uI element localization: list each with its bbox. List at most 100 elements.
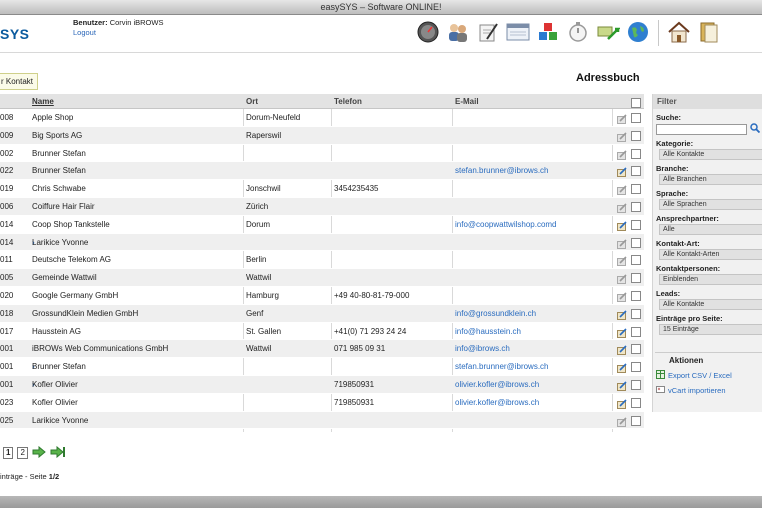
table-row[interactable]: 017 Hausstein AG St. Gallen +41(0) 71 293 2… [0, 323, 644, 341]
filter-select[interactable]: Alle Sprachen [659, 199, 762, 210]
contact-ort: Hamburg [246, 290, 279, 300]
row-checkbox[interactable] [631, 148, 641, 159]
column-header-telefon[interactable]: Telefon [334, 94, 362, 109]
filter-select[interactable]: Alle Kontakte [659, 299, 762, 310]
contact-name[interactable]: GrossundKlein Medien GmbH [32, 305, 138, 323]
contact-name[interactable]: Deutsche Telekom AG [32, 251, 111, 269]
row-checkbox[interactable] [631, 344, 641, 355]
select-all-checkbox[interactable] [631, 98, 641, 108]
row-checkbox[interactable] [631, 166, 641, 177]
table-row[interactable]: 001 › Kofler Olivier 719850931 olivier.kofle… [0, 375, 644, 394]
calendar-window-icon[interactable] [506, 20, 530, 44]
table-row[interactable]: 023 Kofler Olivier 719850931 olivier.kofler… [0, 394, 644, 412]
column-header-ort[interactable]: Ort [246, 94, 258, 109]
table-row[interactable]: 008 Apple Shop Dorum-Neufeld [0, 109, 644, 127]
home-icon[interactable] [667, 20, 691, 44]
contact-name[interactable]: iBROWs Web Communications GmbH [32, 340, 168, 358]
contact-name[interactable]: Brunner Stefan [32, 162, 86, 180]
row-checkbox[interactable] [631, 326, 641, 337]
column-header-name[interactable]: Name [32, 94, 54, 109]
contact-name[interactable]: Big Sports AG [32, 127, 82, 145]
row-checkbox[interactable] [631, 219, 641, 230]
logout-link[interactable]: Logout [73, 28, 163, 38]
import-vcard-link[interactable]: vCart importieren [652, 382, 762, 397]
documents-icon[interactable] [697, 20, 721, 44]
contact-email[interactable]: info@hausstein.ch [455, 323, 521, 341]
globe-icon[interactable] [626, 20, 650, 44]
page-button-2[interactable]: 2 [17, 447, 28, 459]
row-checkbox[interactable] [631, 184, 641, 195]
search-input[interactable] [656, 123, 747, 135]
page-title: Adressbuch [576, 72, 640, 84]
app-header: SYS Benutzer: Corvin iBROWS Logout [0, 15, 762, 53]
table-row[interactable]: 014 › Larikice Yvonne [0, 233, 644, 252]
products-cubes-icon[interactable] [536, 20, 560, 44]
contact-email[interactable]: stefan.brunner@ibrows.ch [455, 358, 549, 376]
table-row[interactable]: 018 GrossundKlein Medien GmbH Genf info@gro… [0, 304, 644, 323]
column-header-email[interactable]: E-Mail [455, 94, 479, 109]
toolbar-separator [658, 20, 659, 46]
filter-select[interactable]: 15 Einträge [659, 324, 762, 335]
export-csv-link[interactable]: Export CSV / Excel [652, 367, 762, 382]
contacts-people-icon[interactable] [446, 20, 470, 44]
row-checkbox[interactable] [631, 415, 641, 426]
contact-email[interactable]: info@coopwattwilshop.comd [455, 216, 557, 234]
page-button-1[interactable]: 1 [3, 447, 14, 459]
filter-select[interactable]: Alle Kontakt-Arten [659, 249, 762, 260]
last-page-icon[interactable] [50, 445, 66, 460]
row-checkbox[interactable] [631, 255, 641, 266]
timer-stopwatch-icon[interactable] [566, 20, 590, 44]
row-checkbox[interactable] [631, 362, 641, 373]
contact-telefon: +41(0) 71 293 24 24 [334, 326, 407, 336]
table-row[interactable]: 014 Coop Shop Tankstelle Dorum info@coopwat… [0, 216, 644, 234]
filter-select[interactable]: Einblenden [659, 274, 762, 285]
contact-email[interactable]: olivier.kofler@ibrows.ch [455, 376, 539, 394]
table-row[interactable]: 020 Google Germany GmbH Hamburg +49 40-80-8… [0, 287, 644, 305]
contact-name[interactable]: Gemeinde Wattwil [32, 269, 97, 287]
table-row[interactable]: 002 Brunner Stefan [0, 145, 644, 163]
table-row[interactable]: 006 Coiffure Hair Flair Zürich [0, 197, 644, 216]
pagination: 1 2 [3, 445, 66, 460]
money-transfer-icon[interactable] [596, 20, 620, 44]
contact-email[interactable]: olivier.kofler@ibrows.ch [455, 394, 539, 412]
table-row[interactable]: 025 Larikice Yvonne [0, 411, 644, 430]
dashboard-gauge-icon[interactable] [416, 20, 440, 44]
contact-name[interactable]: Hausstein AG [32, 323, 81, 341]
filter-select[interactable]: Alle Kontakte [659, 149, 762, 160]
search-icon[interactable] [750, 123, 761, 135]
contact-email[interactable]: stefan.brunner@ibrows.ch [455, 162, 549, 180]
row-checkbox[interactable] [631, 273, 641, 284]
contact-name[interactable]: Brunner Stefan [32, 145, 86, 163]
contact-email[interactable]: info@grossundklein.ch [455, 305, 536, 323]
contact-name[interactable]: Kofler Olivier [32, 394, 78, 412]
table-row[interactable]: 001 iBROWs Web Communications GmbH Wattwil… [0, 340, 644, 359]
table-row[interactable]: 001 › Brunner Stefan stefan.brunner@ibrows.… [0, 358, 644, 376]
row-checkbox[interactable] [631, 397, 641, 408]
edit-contact-icon[interactable] [617, 416, 627, 434]
contact-name[interactable]: Chris Schwabe [32, 180, 86, 198]
table-row[interactable]: 005 Gemeinde Wattwil Wattwil [0, 269, 644, 287]
contact-email[interactable]: info@ibrows.ch [455, 340, 510, 358]
contact-name[interactable]: Coop Shop Tankstelle [32, 216, 110, 234]
contact-name[interactable]: Apple Shop [32, 109, 73, 127]
row-checkbox[interactable] [631, 130, 641, 141]
table-row[interactable]: 022 Brunner Stefan stefan.brunner@ibrows.c… [0, 162, 644, 181]
table-row[interactable]: 019 Chris Schwabe Jonschwil 3454235435 [0, 180, 644, 198]
row-checkbox[interactable] [631, 113, 641, 123]
contact-name-text: Larikice Yvonne [32, 237, 89, 247]
new-contact-button[interactable]: r Kontakt [0, 73, 39, 90]
filter-select[interactable]: Alle Branchen [659, 174, 762, 185]
next-page-icon[interactable] [32, 445, 46, 460]
table-row[interactable]: 009 Big Sports AG Raperswil [0, 126, 644, 145]
contact-name[interactable]: Coiffure Hair Flair [32, 198, 95, 216]
row-checkbox[interactable] [631, 308, 641, 319]
row-checkbox[interactable] [631, 290, 641, 301]
row-checkbox[interactable] [631, 201, 641, 212]
contact-name[interactable]: Google Germany GmbH [32, 287, 118, 305]
row-checkbox[interactable] [631, 237, 641, 248]
filter-select[interactable]: Alle [659, 224, 762, 235]
notes-pen-icon[interactable] [476, 20, 500, 44]
table-row[interactable]: 011 Deutsche Telekom AG Berlin [0, 251, 644, 270]
row-checkbox[interactable] [631, 379, 641, 390]
contact-name[interactable]: Larikice Yvonne [32, 412, 88, 430]
